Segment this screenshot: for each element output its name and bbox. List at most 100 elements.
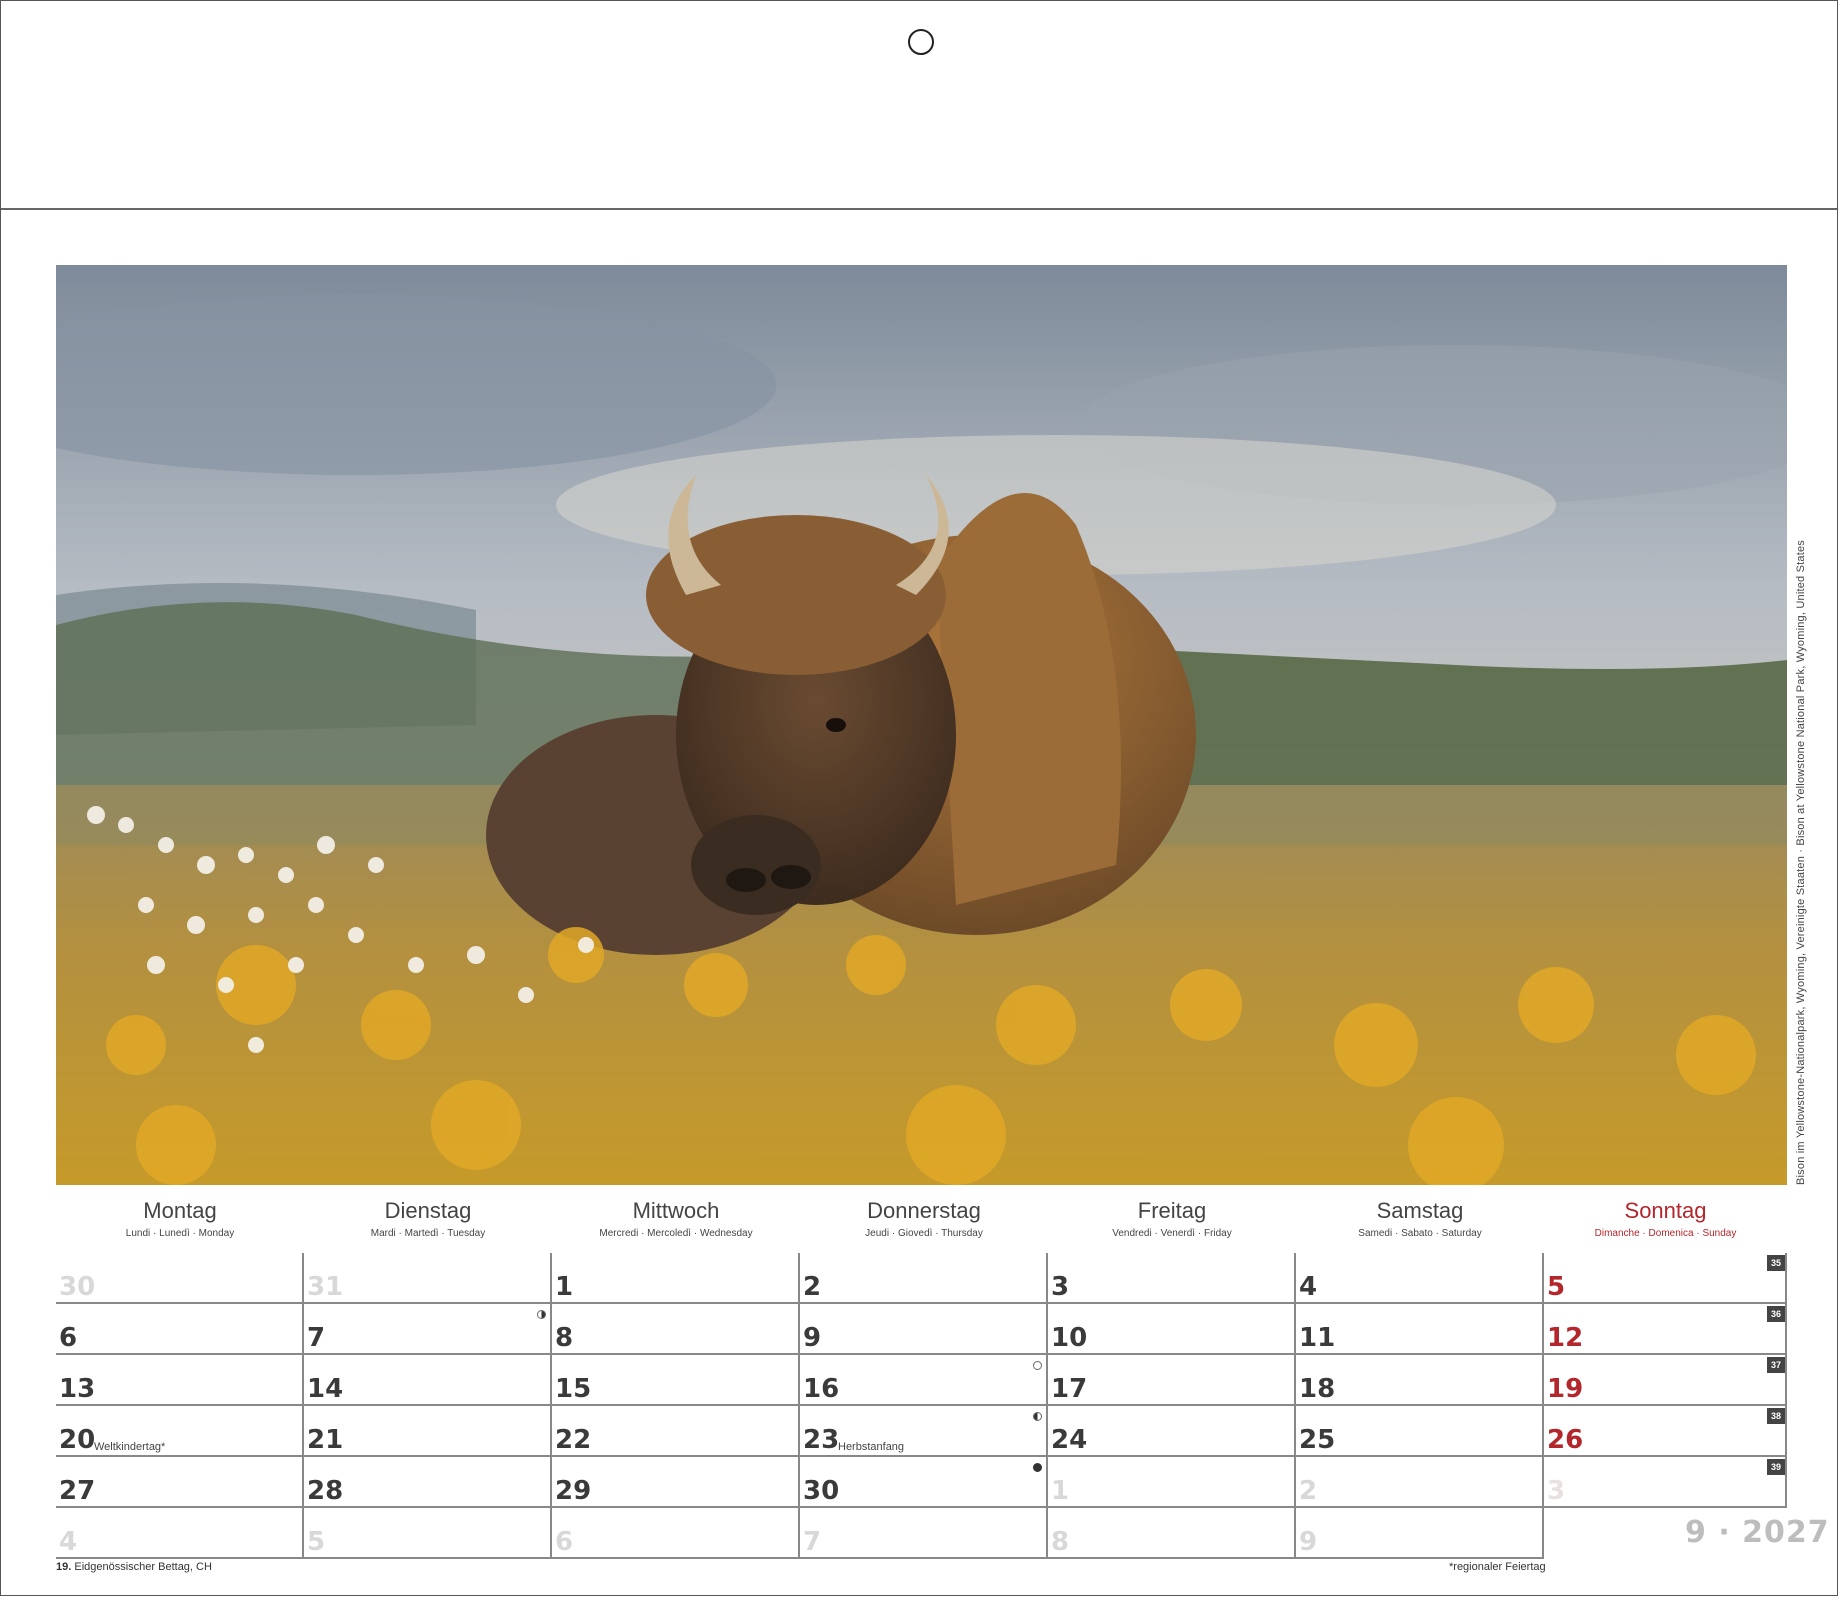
day-cell: 17 bbox=[1048, 1355, 1296, 1406]
day-number: 8 bbox=[1051, 1527, 1070, 1557]
week-number-badge: 39 bbox=[1767, 1459, 1785, 1475]
bison-photo-image bbox=[56, 265, 1787, 1185]
month-year-label: 9 · 2027 bbox=[1685, 1515, 1830, 1550]
day-number: 3 bbox=[1051, 1272, 1070, 1302]
day-number: 21 bbox=[307, 1425, 344, 1455]
day-cell: 4 bbox=[1296, 1253, 1544, 1304]
day-cell: 6 bbox=[56, 1304, 304, 1355]
weekday-name: Dienstag bbox=[384, 1198, 472, 1223]
weekday-translations: Mardi · Martedì · Tuesday bbox=[370, 1228, 486, 1239]
weekday-header-row: Montag Lundi · Lunedì · Monday Dienstag … bbox=[56, 1197, 1787, 1253]
day-cell: 4 bbox=[56, 1508, 304, 1559]
day-number: 3 bbox=[1547, 1476, 1566, 1506]
day-number: 9 bbox=[1299, 1527, 1318, 1557]
calendar-week-row: 13 14 15 16 17 18 19 37 bbox=[56, 1355, 1787, 1406]
day-cell-sunday: 3 39 bbox=[1544, 1457, 1787, 1508]
day-number: 13 bbox=[59, 1374, 96, 1404]
bison-photo bbox=[56, 265, 1787, 1185]
moon-phase-icon bbox=[1033, 1412, 1042, 1421]
calendar-week-row: 20 Weltkindertag* 21 22 23 Herbstanfang 24 25 26… bbox=[56, 1406, 1787, 1457]
day-number: 28 bbox=[307, 1476, 344, 1506]
weekday-header: Freitag Vendredi · Venerdì · Friday bbox=[1048, 1197, 1296, 1253]
calendar-week-row: 30 31 1 2 3 4 5 35 bbox=[56, 1253, 1787, 1304]
day-cell-sunday: 26 38 bbox=[1544, 1406, 1787, 1457]
calendar-grid: Montag Lundi · Lunedì · Monday Dienstag … bbox=[56, 1197, 1787, 1559]
day-cell: 27 bbox=[56, 1457, 304, 1508]
day-cell: 18 bbox=[1296, 1355, 1544, 1406]
day-cell: 23 Herbstanfang bbox=[800, 1406, 1048, 1457]
day-cell: 30 bbox=[800, 1457, 1048, 1508]
day-cell: 13 bbox=[56, 1355, 304, 1406]
day-number: 8 bbox=[555, 1323, 574, 1353]
day-number: 30 bbox=[59, 1272, 96, 1302]
day-number: 20 bbox=[59, 1425, 96, 1455]
weekday-name: Mittwoch bbox=[632, 1198, 720, 1223]
holiday-name: Eidgenössischer Bettag, CH bbox=[74, 1561, 212, 1573]
weekday-header-sunday: Sonntag Dimanche · Domenica · Sunday bbox=[1544, 1197, 1787, 1253]
day-cell: 24 bbox=[1048, 1406, 1296, 1457]
day-cell: 28 bbox=[304, 1457, 552, 1508]
day-number: 9 bbox=[803, 1323, 822, 1353]
calendar-page: Bison im Yellowstone-Nationalpark, Wyomi… bbox=[0, 0, 1838, 1596]
day-number: 31 bbox=[307, 1272, 344, 1302]
day-cell: 2 bbox=[1296, 1457, 1544, 1508]
week-number-badge: 36 bbox=[1767, 1306, 1785, 1322]
day-number: 17 bbox=[1051, 1374, 1088, 1404]
day-cell: 11 bbox=[1296, 1304, 1544, 1355]
day-number: 24 bbox=[1051, 1425, 1088, 1455]
weekday-translations: Mercredi · Mercoledì · Wednesday bbox=[599, 1228, 753, 1239]
weekday-name: Freitag bbox=[1137, 1198, 1207, 1223]
weekday-translations: Vendredi · Venerdì · Friday bbox=[1112, 1228, 1232, 1239]
day-number: 7 bbox=[803, 1527, 822, 1557]
day-cell: 31 bbox=[304, 1253, 552, 1304]
weekday-header: Donnerstag Jeudi · Giovedì · Thursday bbox=[800, 1197, 1048, 1253]
day-cell: 1 bbox=[552, 1253, 800, 1304]
day-number: 6 bbox=[555, 1527, 574, 1557]
day-cell: 20 Weltkindertag* bbox=[56, 1406, 304, 1457]
weekday-name: Samstag bbox=[1376, 1198, 1464, 1223]
day-cell: 2 bbox=[800, 1253, 1048, 1304]
calendar-weeks: 30 31 1 2 3 4 5 35 6 7 8 9 10 11 12 36 13 14 15 16 17 18 19 37 2… bbox=[56, 1253, 1787, 1559]
day-cell-sunday: 12 36 bbox=[1544, 1304, 1787, 1355]
day-cell: 25 bbox=[1296, 1406, 1544, 1457]
week-number-badge: 38 bbox=[1767, 1408, 1785, 1424]
calendar-week-row: 6 7 8 9 10 11 12 36 bbox=[56, 1304, 1787, 1355]
day-cell: 29 bbox=[552, 1457, 800, 1508]
weekday-header: Montag Lundi · Lunedì · Monday bbox=[56, 1197, 304, 1253]
day-number: 2 bbox=[803, 1272, 822, 1302]
day-cell: 30 bbox=[56, 1253, 304, 1304]
weekday-translations: Lundi · Lunedì · Monday bbox=[125, 1228, 235, 1239]
day-number: 26 bbox=[1547, 1425, 1584, 1455]
calendar-week-row: 4 5 6 7 8 9 bbox=[56, 1508, 1787, 1559]
weekday-header: Samstag Samedi · Sabato · Saturday bbox=[1296, 1197, 1544, 1253]
day-cell: 5 bbox=[304, 1508, 552, 1559]
weekday-name: Montag bbox=[143, 1198, 217, 1223]
day-number: 16 bbox=[803, 1374, 840, 1404]
day-number: 30 bbox=[803, 1476, 840, 1506]
week-number-badge: 35 bbox=[1767, 1255, 1785, 1271]
holiday-day: 19. bbox=[56, 1561, 72, 1573]
day-number: 29 bbox=[555, 1476, 592, 1506]
calendar-week-row: 27 28 29 30 1 2 3 39 bbox=[56, 1457, 1787, 1508]
day-number: 12 bbox=[1547, 1323, 1584, 1353]
day-number: 1 bbox=[1051, 1476, 1070, 1506]
day-cell: 14 bbox=[304, 1355, 552, 1406]
day-number: 7 bbox=[307, 1323, 326, 1353]
day-cell: 7 bbox=[800, 1508, 1048, 1559]
day-cell: 9 bbox=[800, 1304, 1048, 1355]
day-number: 4 bbox=[59, 1527, 78, 1557]
day-cell: 22 bbox=[552, 1406, 800, 1457]
day-note: Herbstanfang bbox=[838, 1441, 905, 1453]
weekday-translations: Samedi · Sabato · Saturday bbox=[1358, 1228, 1482, 1239]
day-number: 5 bbox=[1547, 1272, 1566, 1302]
day-cell: 16 bbox=[800, 1355, 1048, 1406]
weekday-translations: Jeudi · Giovedì · Thursday bbox=[865, 1228, 983, 1239]
day-cell-sunday: 19 37 bbox=[1544, 1355, 1787, 1406]
weekday-name: Donnerstag bbox=[867, 1198, 981, 1223]
day-cell: 3 bbox=[1048, 1253, 1296, 1304]
day-cell: 8 bbox=[552, 1304, 800, 1355]
day-cell-sunday: 5 35 bbox=[1544, 1253, 1787, 1304]
day-note: Weltkindertag* bbox=[94, 1441, 166, 1453]
day-cell: 6 bbox=[552, 1508, 800, 1559]
day-cell: 1 bbox=[1048, 1457, 1296, 1508]
